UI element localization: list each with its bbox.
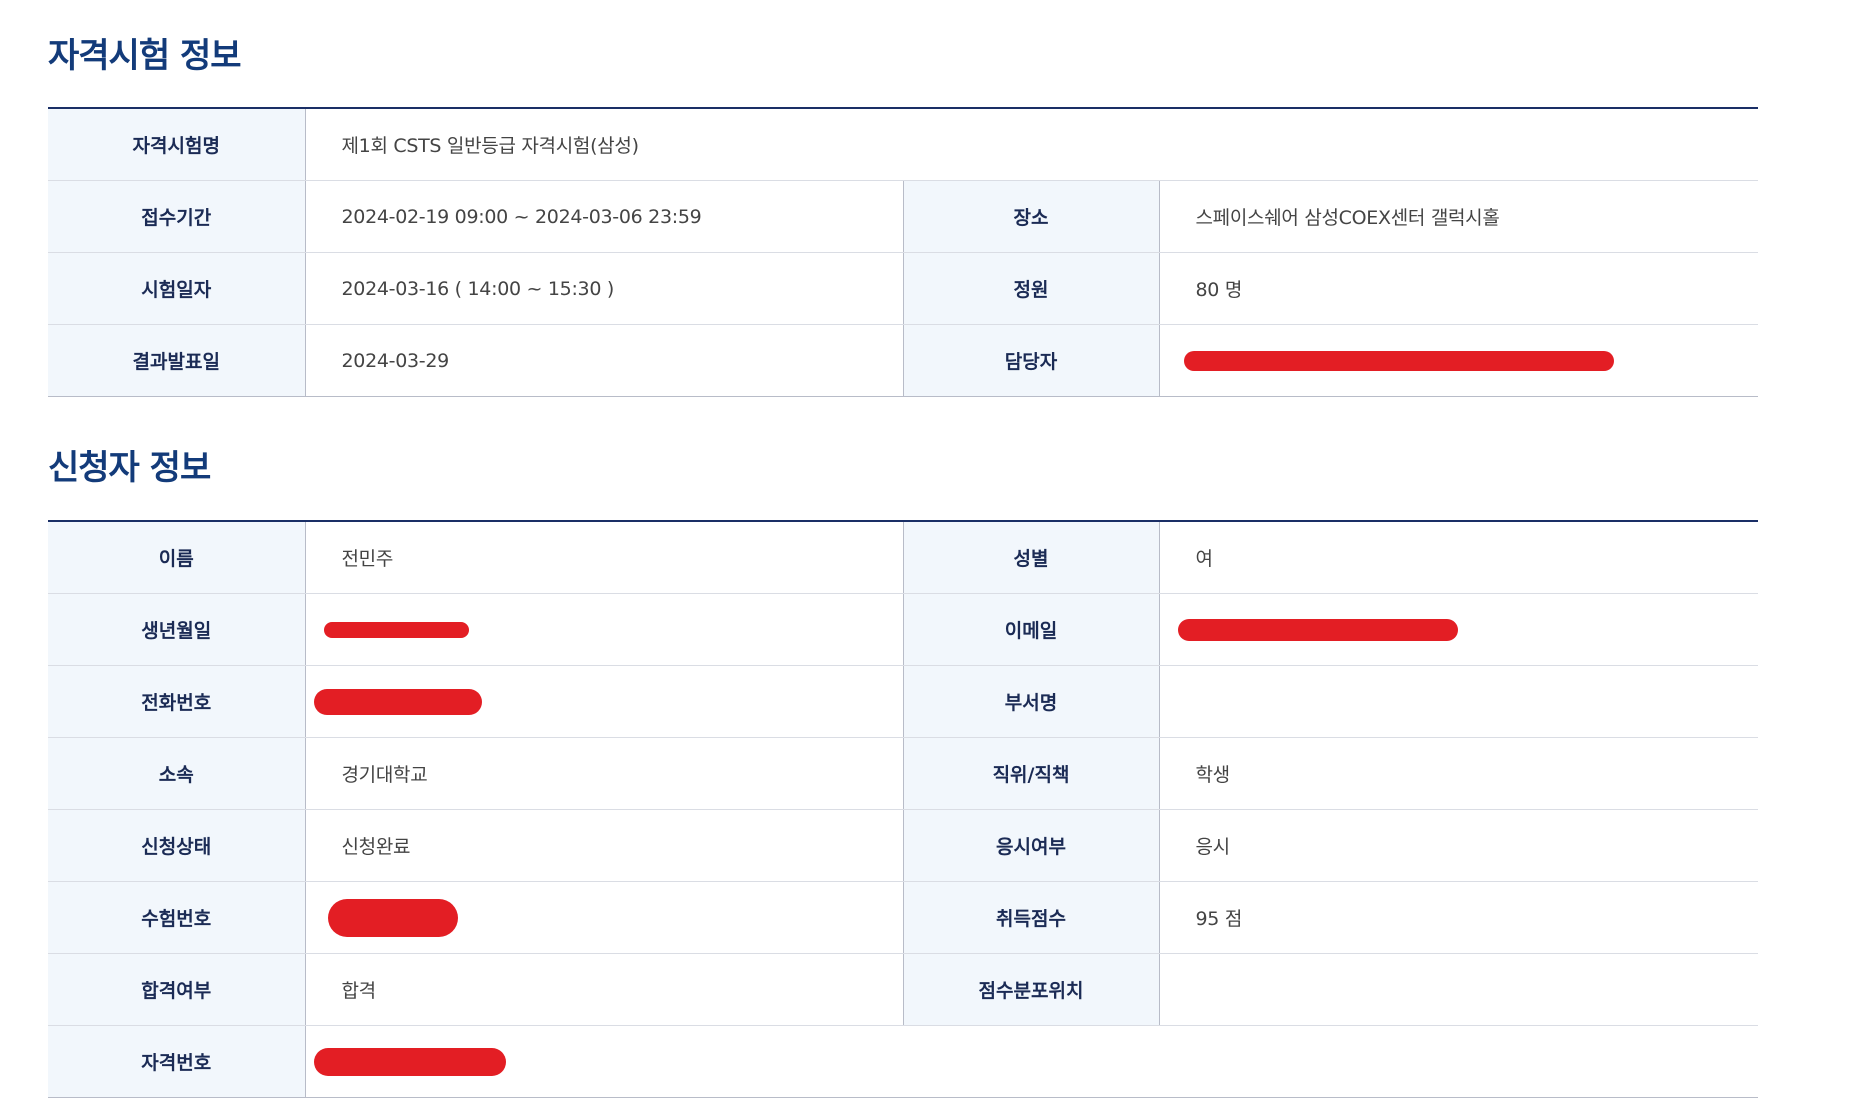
phone-value [305, 665, 903, 738]
redaction-mark [313, 688, 482, 715]
birth-value [305, 593, 903, 666]
gender-value: 여 [1159, 521, 1758, 594]
score-label: 취득점수 [902, 881, 1160, 954]
exam-name-label: 자격시험명 [48, 108, 306, 181]
birth-label: 생년월일 [48, 593, 306, 666]
manager-value [1159, 325, 1758, 397]
status-label: 신청상태 [48, 809, 306, 882]
table-row: 신청상태 신청완료 응시여부 응시 [48, 809, 1758, 882]
exam-date-value: 2024-03-16 ( 14:00 ~ 15:30 ) [305, 252, 903, 325]
exam-number-label: 수험번호 [48, 881, 306, 954]
pass-value: 합격 [305, 953, 903, 1026]
table-row: 결과발표일 2024-03-29 담당자 [48, 324, 1758, 397]
applicant-info-section: 신청자 정보 이름 전민주 성별 여 생년월일 이메일 전화번호 부서명 소속 … [48, 446, 1758, 1098]
email-value [1159, 593, 1758, 666]
affiliation-label: 소속 [48, 737, 306, 810]
reception-period-value: 2024-02-19 09:00 ~ 2024-03-06 23:59 [305, 180, 903, 253]
exam-info-table: 자격시험명 제1회 CSTS 일반등급 자격시험(삼성) 접수기간 2024-0… [48, 107, 1759, 397]
gender-label: 성별 [902, 521, 1160, 594]
table-row: 자격시험명 제1회 CSTS 일반등급 자격시험(삼성) [48, 108, 1759, 181]
phone-label: 전화번호 [48, 665, 306, 738]
name-value: 전민주 [305, 521, 903, 594]
score-value: 95 점 [1159, 881, 1758, 954]
name-label: 이름 [48, 521, 306, 594]
manager-label: 담당자 [902, 324, 1160, 397]
attendance-label: 응시여부 [902, 809, 1160, 882]
status-value: 신청완료 [305, 809, 903, 882]
redaction-mark [1177, 618, 1458, 641]
table-row: 이름 전민주 성별 여 [48, 521, 1758, 594]
applicant-info-title: 신청자 정보 [48, 448, 211, 488]
applicant-info-table: 이름 전민주 성별 여 생년월일 이메일 전화번호 부서명 소속 경기대학교 직… [48, 520, 1758, 1098]
result-date-label: 결과발표일 [48, 324, 306, 397]
venue-label: 장소 [902, 180, 1160, 253]
exam-date-label: 시험일자 [48, 252, 306, 325]
table-row: 합격여부 합격 점수분포위치 [48, 953, 1758, 1026]
result-date-value: 2024-03-29 [341, 349, 450, 372]
table-row: 자격번호 [48, 1025, 1758, 1098]
exam-name-value: 제1회 CSTS 일반등급 자격시험(삼성) [305, 108, 1759, 181]
attendance-value: 응시 [1159, 809, 1758, 882]
capacity-value: 80 명 [1159, 252, 1759, 325]
exam-number-value [305, 881, 903, 954]
table-row: 접수기간 2024-02-19 09:00 ~ 2024-03-06 23:59… [48, 180, 1759, 253]
table-row: 수험번호 취득점수 95 점 [48, 881, 1758, 954]
cert-number-value [305, 1026, 1758, 1098]
table-row: 소속 경기대학교 직위/직책 학생 [48, 737, 1758, 810]
department-label: 부서명 [902, 665, 1160, 738]
cert-number-label: 자격번호 [48, 1025, 306, 1098]
position-label: 직위/직책 [902, 737, 1160, 810]
reception-period-label: 접수기간 [48, 180, 306, 253]
venue-value: 스페이스쉐어 삼성COEX센터 갤럭시홀 [1159, 180, 1759, 253]
redaction-mark [327, 898, 458, 937]
pass-label: 합격여부 [48, 953, 306, 1026]
redaction-mark [313, 1047, 506, 1076]
table-row: 시험일자 2024-03-16 ( 14:00 ~ 15:30 ) 정원 80 … [48, 252, 1759, 325]
email-label: 이메일 [902, 593, 1160, 666]
redaction-mark [323, 622, 469, 638]
table-row: 생년월일 이메일 [48, 593, 1758, 666]
affiliation-value: 경기대학교 [305, 737, 903, 810]
score-position-label: 점수분포위치 [902, 953, 1160, 1026]
table-row: 전화번호 부서명 [48, 665, 1758, 738]
department-value [1159, 665, 1758, 738]
score-position-value [1159, 953, 1758, 1026]
redaction-mark [1183, 351, 1614, 371]
exam-info-section: 자격시험 정보 자격시험명 제1회 CSTS 일반등급 자격시험(삼성) 접수기… [48, 34, 1759, 397]
position-value: 학생 [1159, 737, 1758, 810]
capacity-label: 정원 [902, 252, 1160, 325]
page: 자격시험 정보 자격시험명 제1회 CSTS 일반등급 자격시험(삼성) 접수기… [0, 0, 1866, 1105]
exam-info-title: 자격시험 정보 [48, 36, 242, 76]
